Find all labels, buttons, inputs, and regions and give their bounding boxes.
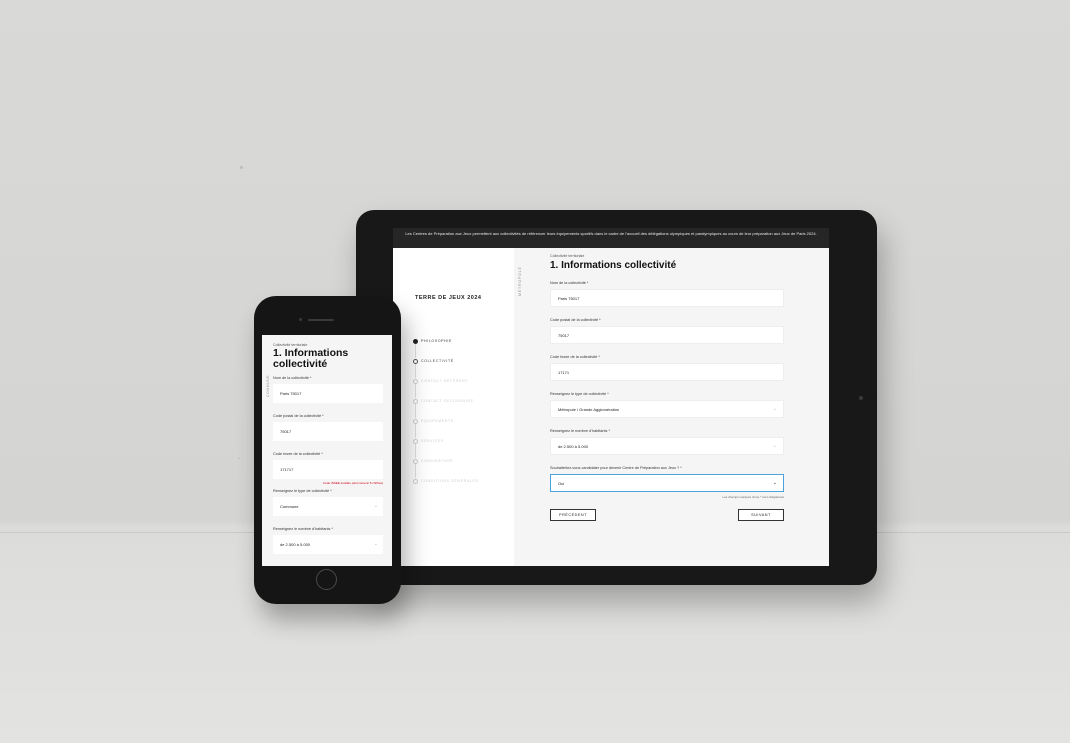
field-label: Renseignez le nombre d’habitants * [550, 429, 610, 433]
tablet-device: Les Centres de Préparation aux Jeux perm… [356, 210, 877, 585]
chevron-down-icon: ⌄ [772, 443, 777, 449]
chevron-down-icon: ⌄ [772, 406, 777, 412]
front-camera [299, 318, 302, 321]
page-title: 1. Informations collectivité [550, 260, 677, 271]
step-contact-secondaire[interactable]: CONTACT SECONDAIRE [413, 398, 479, 418]
code-insee-input[interactable]: 171717 [273, 460, 383, 479]
field-label: Nom de la collectivité * [273, 376, 312, 380]
nombre-habitants-select[interactable]: de 2.500 à 5.000 ⌄ [273, 535, 383, 554]
step-services[interactable]: SERVICES [413, 438, 479, 458]
nombre-habitants-select[interactable]: de 2.500 à 5.000 ⌄ [550, 437, 784, 455]
phone-device: COMMUNE Collectivité territoriale 1. Inf… [254, 296, 401, 604]
step-contact-referent[interactable]: CONTACT RÉFÉRENT [413, 378, 479, 398]
step-collectivite[interactable]: COLLECTIVITÉ [413, 358, 479, 378]
required-fields-note: Les champs marqués d’une * sont obligato… [722, 495, 784, 499]
product-mockup-scene: Les Centres de Préparation aux Jeux perm… [0, 0, 1070, 743]
form-navigation: PRÉCÉDENT SUIVANT [550, 509, 784, 521]
step-dot-icon [413, 479, 418, 484]
step-candidature[interactable]: CANDIDATURE [413, 458, 479, 478]
step-philosophie[interactable]: PHILOSOPHIE [413, 338, 479, 358]
type-collectivite-select[interactable]: Métropole / Grande Agglomération ⌄ [550, 400, 784, 418]
code-postal-input[interactable]: 75017 [550, 326, 784, 344]
entity-type-label: COMMUNE [266, 374, 270, 397]
progress-sidebar: TERRE DE JEUX 2024 PHILOSOPHIE COLLECTIV… [393, 248, 514, 566]
previous-button[interactable]: PRÉCÉDENT [550, 509, 596, 521]
entity-type-label: MÉTROPOLE [518, 266, 522, 296]
tablet-home-sensor [859, 396, 863, 400]
field-label: Code postal de la collectivité * [550, 318, 601, 322]
code-insee-input[interactable]: 17171 [550, 363, 784, 381]
home-button[interactable] [316, 569, 337, 590]
insee-error-message: Code INSEE invalide (doit contenir 5 chi… [322, 481, 383, 485]
type-collectivite-select[interactable]: Commune ⌄ [273, 497, 383, 516]
next-button[interactable]: SUIVANT [738, 509, 784, 521]
page-title: 1. Informations collectivité [273, 347, 349, 370]
field-label: Renseignez le type de collectivité * [273, 489, 332, 493]
chevron-down-icon: ⌄ [373, 541, 378, 547]
step-equipements[interactable]: ÉQUIPEMENTS [413, 418, 479, 438]
form-panel: MÉTROPOLE Collectivité territoriale 1. I… [514, 248, 829, 566]
nom-collectivite-input[interactable]: Paris 75017 [550, 289, 784, 307]
field-label: Code Insee de la collectivité * [550, 355, 600, 359]
field-label: Renseignez le nombre d’habitants * [273, 527, 333, 531]
step-list: PHILOSOPHIE COLLECTIVITÉ CONTACT RÉFÉREN… [413, 338, 479, 498]
section-kicker: Collectivité territoriale [550, 254, 585, 258]
chevron-down-icon: ⌄ [772, 480, 777, 486]
step-conditions-generales[interactable]: CONDITIONS GÉNÉRALES [413, 478, 479, 498]
nom-collectivite-input[interactable]: Paris 75017 [273, 384, 383, 403]
field-label: Code postal de la collectivité * [273, 414, 324, 418]
collectivite-form-mobile: Collectivité territoriale 1. Information… [273, 343, 383, 565]
code-postal-input[interactable]: 75017 [273, 422, 383, 441]
phone-screen: COMMUNE Collectivité territoriale 1. Inf… [262, 335, 392, 566]
candidature-select[interactable]: Oui ⌄ [550, 474, 784, 492]
field-label: Souhaiteriez-vous candidater pour deveni… [550, 466, 682, 470]
earpiece-speaker [308, 319, 334, 321]
field-label: Code Insee de la collectivité * [273, 452, 323, 456]
info-banner: Les Centres de Préparation aux Jeux perm… [393, 228, 829, 248]
brand-logo-text[interactable]: TERRE DE JEUX 2024 [415, 295, 481, 301]
field-label: Renseignez le type de collectivité * [550, 392, 609, 396]
field-label: Nom de la collectivité * [550, 281, 589, 285]
wall-mark [238, 458, 240, 459]
chevron-down-icon: ⌄ [373, 503, 378, 509]
wall-mark [240, 166, 243, 169]
tablet-screen: Les Centres de Préparation aux Jeux perm… [393, 228, 829, 566]
collectivite-form: Collectivité territoriale 1. Information… [550, 254, 784, 521]
